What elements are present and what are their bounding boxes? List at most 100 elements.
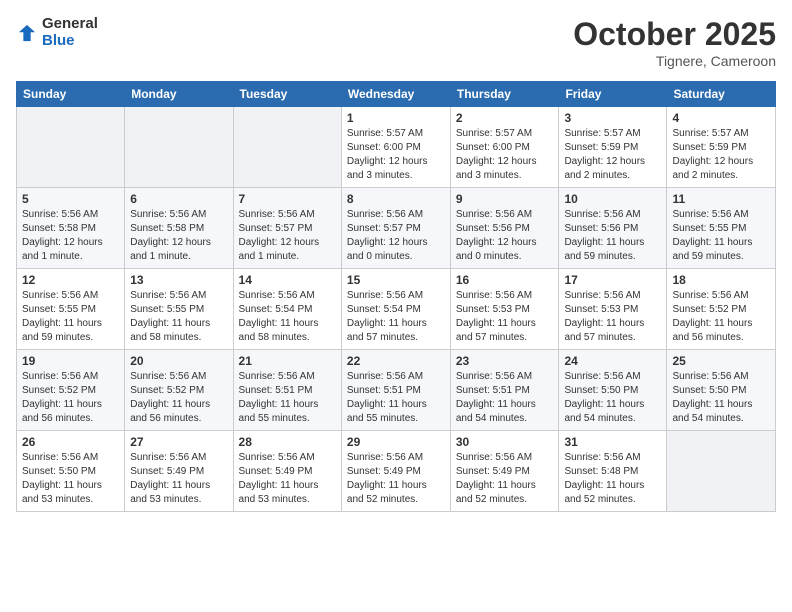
calendar-cell: 21 Sunrise: 5:56 AMSunset: 5:51 PMDayligh… [233, 350, 341, 431]
calendar-cell: 16 Sunrise: 5:56 AMSunset: 5:53 PMDayligh… [450, 269, 559, 350]
day-info: Sunrise: 5:56 AMSunset: 5:54 PMDaylight:… [347, 289, 445, 345]
calendar-cell: 25Sunrise: 5:56 AMSunset: 5:50 PMDayligh… [667, 350, 776, 431]
calendar-cell: 2 Sunrise: 5:57 AMSunset: 6:00 PMDaylight… [450, 107, 559, 188]
day-number: 14 [239, 273, 336, 287]
calendar-cell: 5 Sunrise: 5:56 AMSunset: 5:58 PMDaylight… [17, 188, 125, 269]
calendar-week-3: 12 Sunrise: 5:56 AMSunset: 5:55 PMDayligh… [17, 269, 776, 350]
day-number: 7 [239, 192, 336, 206]
day-info: Sunrise: 5:56 AMSunset: 5:50 PMDaylight:… [672, 370, 770, 426]
day-info: Sunrise: 5:57 AMSunset: 6:00 PMDaylight:… [347, 127, 445, 183]
calendar-cell: 26 Sunrise: 5:56 AMSunset: 5:50 PMDayligh… [17, 431, 125, 512]
day-info: Sunrise: 5:56 AMSunset: 5:55 PMDaylight:… [672, 208, 770, 264]
location-title: Tignere, Cameroon [573, 53, 776, 69]
day-info: Sunrise: 5:56 AMSunset: 5:51 PMDaylight:… [456, 370, 554, 426]
day-number: 1 [347, 111, 445, 125]
day-info: Sunrise: 5:56 AMSunset: 5:48 PMDaylight:… [564, 451, 661, 507]
day-info: Sunrise: 5:57 AMSunset: 6:00 PMDaylight:… [456, 127, 554, 183]
day-info: Sunrise: 5:56 AMSunset: 5:52 PMDaylight:… [672, 289, 770, 345]
calendar-cell: 12Sunrise: 5:56 AMSunset: 5:55 PMDayligh… [17, 269, 125, 350]
logo-icon [16, 22, 38, 44]
calendar-cell: 13 Sunrise: 5:56 AMSunset: 5:55 PMDayligh… [125, 269, 233, 350]
logo-text: General Blue [42, 16, 98, 49]
day-number: 20 [130, 354, 227, 368]
day-number: 9 [456, 192, 554, 206]
calendar-cell [667, 431, 776, 512]
day-number: 17 [564, 273, 661, 287]
day-number: 18 [672, 273, 770, 287]
day-info: Sunrise: 5:56 AMSunset: 5:56 PMDaylight:… [456, 208, 554, 264]
day-number: 29 [347, 435, 445, 449]
logo-blue-text: Blue [42, 33, 98, 50]
day-number: 8 [347, 192, 445, 206]
day-header-sunday: Sunday [17, 82, 125, 107]
day-number: 28 [239, 435, 336, 449]
day-number: 22 [347, 354, 445, 368]
day-header-saturday: Saturday [667, 82, 776, 107]
day-header-thursday: Thursday [450, 82, 559, 107]
calendar-cell: 28 Sunrise: 5:56 AMSunset: 5:49 PMDayligh… [233, 431, 341, 512]
calendar-cell: 19Sunrise: 5:56 AMSunset: 5:52 PMDayligh… [17, 350, 125, 431]
day-number: 21 [239, 354, 336, 368]
day-number: 2 [456, 111, 554, 125]
day-info: Sunrise: 5:56 AMSunset: 5:57 PMDaylight:… [347, 208, 445, 264]
calendar-cell: 7 Sunrise: 5:56 AMSunset: 5:57 PMDaylight… [233, 188, 341, 269]
day-info: Sunrise: 5:56 AMSunset: 5:54 PMDaylight:… [239, 289, 336, 345]
calendar-cell: 4Sunrise: 5:57 AMSunset: 5:59 PMDaylight… [667, 107, 776, 188]
day-number: 5 [22, 192, 119, 206]
day-info: Sunrise: 5:56 AMSunset: 5:49 PMDaylight:… [130, 451, 227, 507]
day-info: Sunrise: 5:56 AMSunset: 5:58 PMDaylight:… [22, 208, 119, 264]
calendar-cell: 8 Sunrise: 5:56 AMSunset: 5:57 PMDaylight… [341, 188, 450, 269]
day-number: 30 [456, 435, 554, 449]
day-number: 13 [130, 273, 227, 287]
calendar-cell: 31 Sunrise: 5:56 AMSunset: 5:48 PMDayligh… [559, 431, 667, 512]
day-number: 3 [564, 111, 661, 125]
calendar-cell: 18 Sunrise: 5:56 AMSunset: 5:52 PMDayligh… [667, 269, 776, 350]
day-info: Sunrise: 5:56 AMSunset: 5:50 PMDaylight:… [22, 451, 119, 507]
calendar-cell: 6 Sunrise: 5:56 AMSunset: 5:58 PMDaylight… [125, 188, 233, 269]
calendar-cell: 24 Sunrise: 5:56 AMSunset: 5:50 PMDayligh… [559, 350, 667, 431]
calendar-cell: 27 Sunrise: 5:56 AMSunset: 5:49 PMDayligh… [125, 431, 233, 512]
calendar-cell: 10 Sunrise: 5:56 AMSunset: 5:56 PMDayligh… [559, 188, 667, 269]
day-info: Sunrise: 5:56 AMSunset: 5:49 PMDaylight:… [456, 451, 554, 507]
calendar-header-row: SundayMondayTuesdayWednesdayThursdayFrid… [17, 82, 776, 107]
day-info: Sunrise: 5:56 AMSunset: 5:53 PMDaylight:… [456, 289, 554, 345]
logo: General Blue [16, 16, 98, 49]
calendar-cell: 3Sunrise: 5:57 AMSunset: 5:59 PMDaylight… [559, 107, 667, 188]
calendar-cell: 15 Sunrise: 5:56 AMSunset: 5:54 PMDayligh… [341, 269, 450, 350]
calendar-cell [125, 107, 233, 188]
day-info: Sunrise: 5:56 AMSunset: 5:49 PMDaylight:… [347, 451, 445, 507]
day-number: 6 [130, 192, 227, 206]
day-info: Sunrise: 5:56 AMSunset: 5:52 PMDaylight:… [22, 370, 119, 426]
calendar-cell: 14 Sunrise: 5:56 AMSunset: 5:54 PMDayligh… [233, 269, 341, 350]
day-number: 15 [347, 273, 445, 287]
day-info: Sunrise: 5:56 AMSunset: 5:55 PMDaylight:… [130, 289, 227, 345]
day-number: 12 [22, 273, 119, 287]
day-info: Sunrise: 5:56 AMSunset: 5:57 PMDaylight:… [239, 208, 336, 264]
day-info: Sunrise: 5:56 AMSunset: 5:50 PMDaylight:… [564, 370, 661, 426]
calendar-table: SundayMondayTuesdayWednesdayThursdayFrid… [16, 81, 776, 512]
day-number: 24 [564, 354, 661, 368]
calendar-week-4: 19Sunrise: 5:56 AMSunset: 5:52 PMDayligh… [17, 350, 776, 431]
calendar-week-1: 1 Sunrise: 5:57 AMSunset: 6:00 PMDaylight… [17, 107, 776, 188]
calendar-cell: 22 Sunrise: 5:56 AMSunset: 5:51 PMDayligh… [341, 350, 450, 431]
calendar-cell: 11Sunrise: 5:56 AMSunset: 5:55 PMDayligh… [667, 188, 776, 269]
day-number: 16 [456, 273, 554, 287]
title-block: October 2025 Tignere, Cameroon [573, 16, 776, 69]
day-number: 26 [22, 435, 119, 449]
day-info: Sunrise: 5:56 AMSunset: 5:52 PMDaylight:… [130, 370, 227, 426]
day-header-monday: Monday [125, 82, 233, 107]
day-header-tuesday: Tuesday [233, 82, 341, 107]
day-number: 31 [564, 435, 661, 449]
calendar-cell: 9 Sunrise: 5:56 AMSunset: 5:56 PMDaylight… [450, 188, 559, 269]
day-info: Sunrise: 5:56 AMSunset: 5:51 PMDaylight:… [347, 370, 445, 426]
calendar-cell: 30 Sunrise: 5:56 AMSunset: 5:49 PMDayligh… [450, 431, 559, 512]
month-title: October 2025 [573, 16, 776, 53]
day-info: Sunrise: 5:56 AMSunset: 5:49 PMDaylight:… [239, 451, 336, 507]
day-number: 27 [130, 435, 227, 449]
day-number: 10 [564, 192, 661, 206]
day-number: 23 [456, 354, 554, 368]
day-info: Sunrise: 5:56 AMSunset: 5:51 PMDaylight:… [239, 370, 336, 426]
day-info: Sunrise: 5:56 AMSunset: 5:58 PMDaylight:… [130, 208, 227, 264]
day-info: Sunrise: 5:56 AMSunset: 5:56 PMDaylight:… [564, 208, 661, 264]
calendar-cell: 20 Sunrise: 5:56 AMSunset: 5:52 PMDayligh… [125, 350, 233, 431]
